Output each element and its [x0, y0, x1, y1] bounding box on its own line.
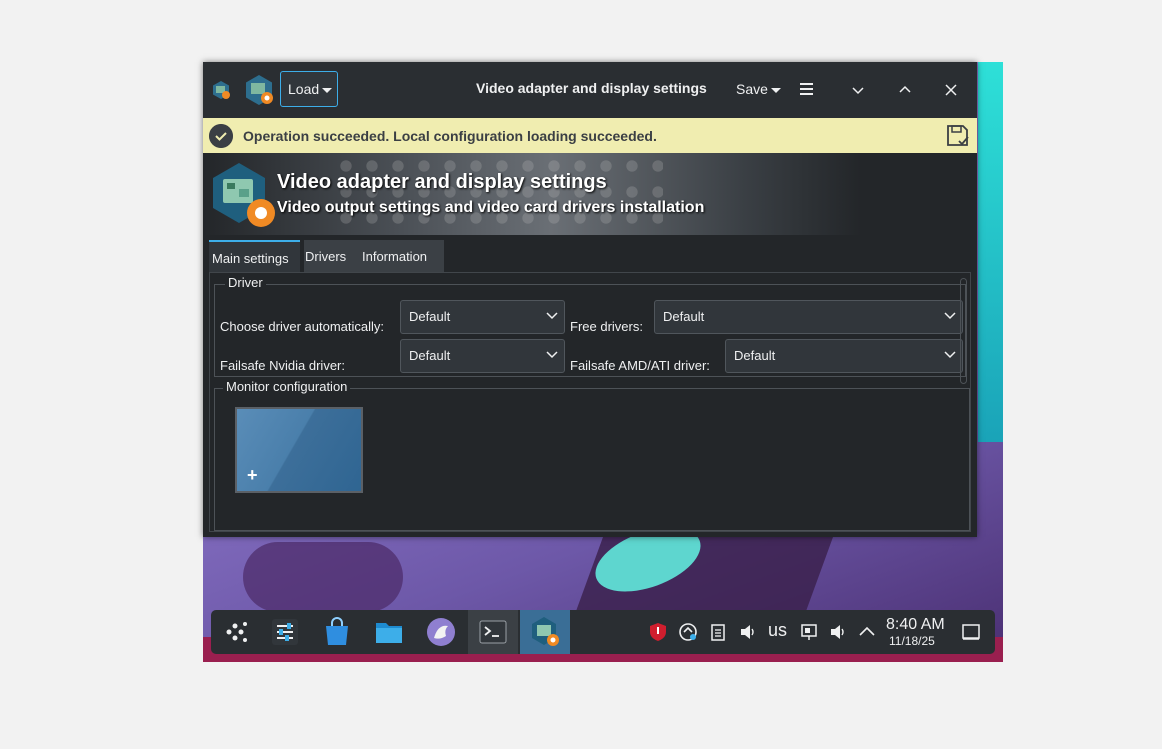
system-settings-icon[interactable]	[269, 616, 301, 648]
maximize-icon[interactable]	[897, 82, 913, 98]
add-monitor-icon[interactable]: +	[247, 465, 258, 486]
file-manager-icon[interactable]	[373, 616, 405, 648]
minimize-icon[interactable]	[850, 82, 866, 98]
choose-driver-auto-value: Default	[409, 309, 451, 324]
title-bar: Load Video adapter and display settings …	[203, 62, 977, 118]
volume-icon[interactable]	[738, 622, 758, 642]
main-settings-panel: Driver Choose driver automatically: Defa…	[209, 272, 971, 532]
terminal-icon[interactable]	[477, 616, 509, 648]
save-button[interactable]: Save	[736, 81, 781, 97]
hamburger-menu-icon[interactable]	[800, 82, 814, 96]
choose-driver-auto-select[interactable]: Default	[400, 300, 565, 334]
clock-time[interactable]: 8:40 AM	[886, 616, 945, 634]
choose-driver-auto-label: Choose driver automatically:	[220, 319, 385, 334]
chevron-down-icon	[944, 351, 956, 359]
video-settings-app-icon[interactable]	[529, 616, 561, 648]
wallpaper-teal-shape	[978, 62, 1003, 442]
failsafe-amd-select[interactable]: Default	[725, 339, 963, 373]
app-small-icon[interactable]	[211, 80, 231, 100]
app-window: Load Video adapter and display settings …	[203, 62, 977, 537]
vertical-scrollbar[interactable]	[960, 278, 967, 384]
show-desktop-icon[interactable]	[961, 622, 981, 642]
update-notifier-icon[interactable]	[678, 622, 698, 642]
load-button-label: Load	[288, 81, 320, 97]
check-icon	[209, 124, 233, 148]
software-store-icon[interactable]	[321, 616, 353, 648]
driver-group: Driver Choose driver automatically: Defa…	[214, 275, 966, 377]
status-banner: Operation succeeded. Local configuration…	[203, 118, 977, 153]
security-shield-icon[interactable]	[648, 622, 668, 642]
failsafe-nvidia-value: Default	[409, 348, 451, 363]
free-drivers-value: Default	[663, 309, 705, 324]
monitor-config-title: Monitor configuration	[223, 379, 351, 394]
app-launcher-icon[interactable]	[221, 616, 253, 648]
load-button[interactable]: Load	[280, 71, 338, 107]
free-drivers-select[interactable]: Default	[654, 300, 963, 334]
failsafe-nvidia-select[interactable]: Default	[400, 339, 565, 373]
taskbar: us 8:40 AM 11/18/25	[211, 610, 995, 654]
app-header: Video adapter and display settings Video…	[203, 153, 977, 235]
failsafe-amd-value: Default	[734, 348, 776, 363]
window-title: Video adapter and display settings	[476, 80, 707, 96]
network-wired-icon[interactable]	[799, 622, 819, 642]
app-logo-icon	[213, 163, 275, 227]
header-title: Video adapter and display settings	[277, 171, 607, 193]
failsafe-nvidia-label: Failsafe Nvidia driver:	[220, 358, 345, 373]
status-message: Operation succeeded. Local configuration…	[243, 128, 657, 144]
monitor-preview[interactable]: +	[235, 407, 363, 493]
chevron-down-icon	[546, 351, 558, 359]
browser-icon[interactable]	[425, 616, 457, 648]
tab-main-settings[interactable]: Main settings	[209, 240, 300, 272]
driver-group-title: Driver	[225, 275, 266, 290]
app-settings-icon[interactable]	[243, 74, 275, 106]
keyboard-layout-indicator[interactable]: us	[768, 620, 787, 641]
clock-date[interactable]: 11/18/25	[889, 634, 935, 648]
header-subtitle: Video output settings and video card dri…	[277, 199, 705, 216]
audio-volume-icon[interactable]	[828, 622, 848, 642]
save-config-icon[interactable]	[945, 123, 971, 149]
chevron-up-icon[interactable]	[857, 622, 877, 642]
chevron-down-icon	[944, 312, 956, 320]
tab-drivers[interactable]: Drivers	[305, 240, 357, 272]
wallpaper-shape	[243, 542, 403, 612]
save-button-label: Save	[736, 81, 768, 97]
free-drivers-label: Free drivers:	[570, 319, 643, 334]
chevron-down-icon	[546, 312, 558, 320]
clipboard-icon[interactable]	[708, 622, 728, 642]
failsafe-amd-label: Failsafe AMD/ATI driver:	[570, 358, 710, 373]
header-pattern	[333, 153, 663, 235]
close-icon[interactable]	[943, 82, 959, 98]
chevron-down-icon	[770, 87, 781, 93]
tab-information[interactable]: Information	[362, 240, 442, 272]
chevron-down-icon	[322, 87, 333, 93]
